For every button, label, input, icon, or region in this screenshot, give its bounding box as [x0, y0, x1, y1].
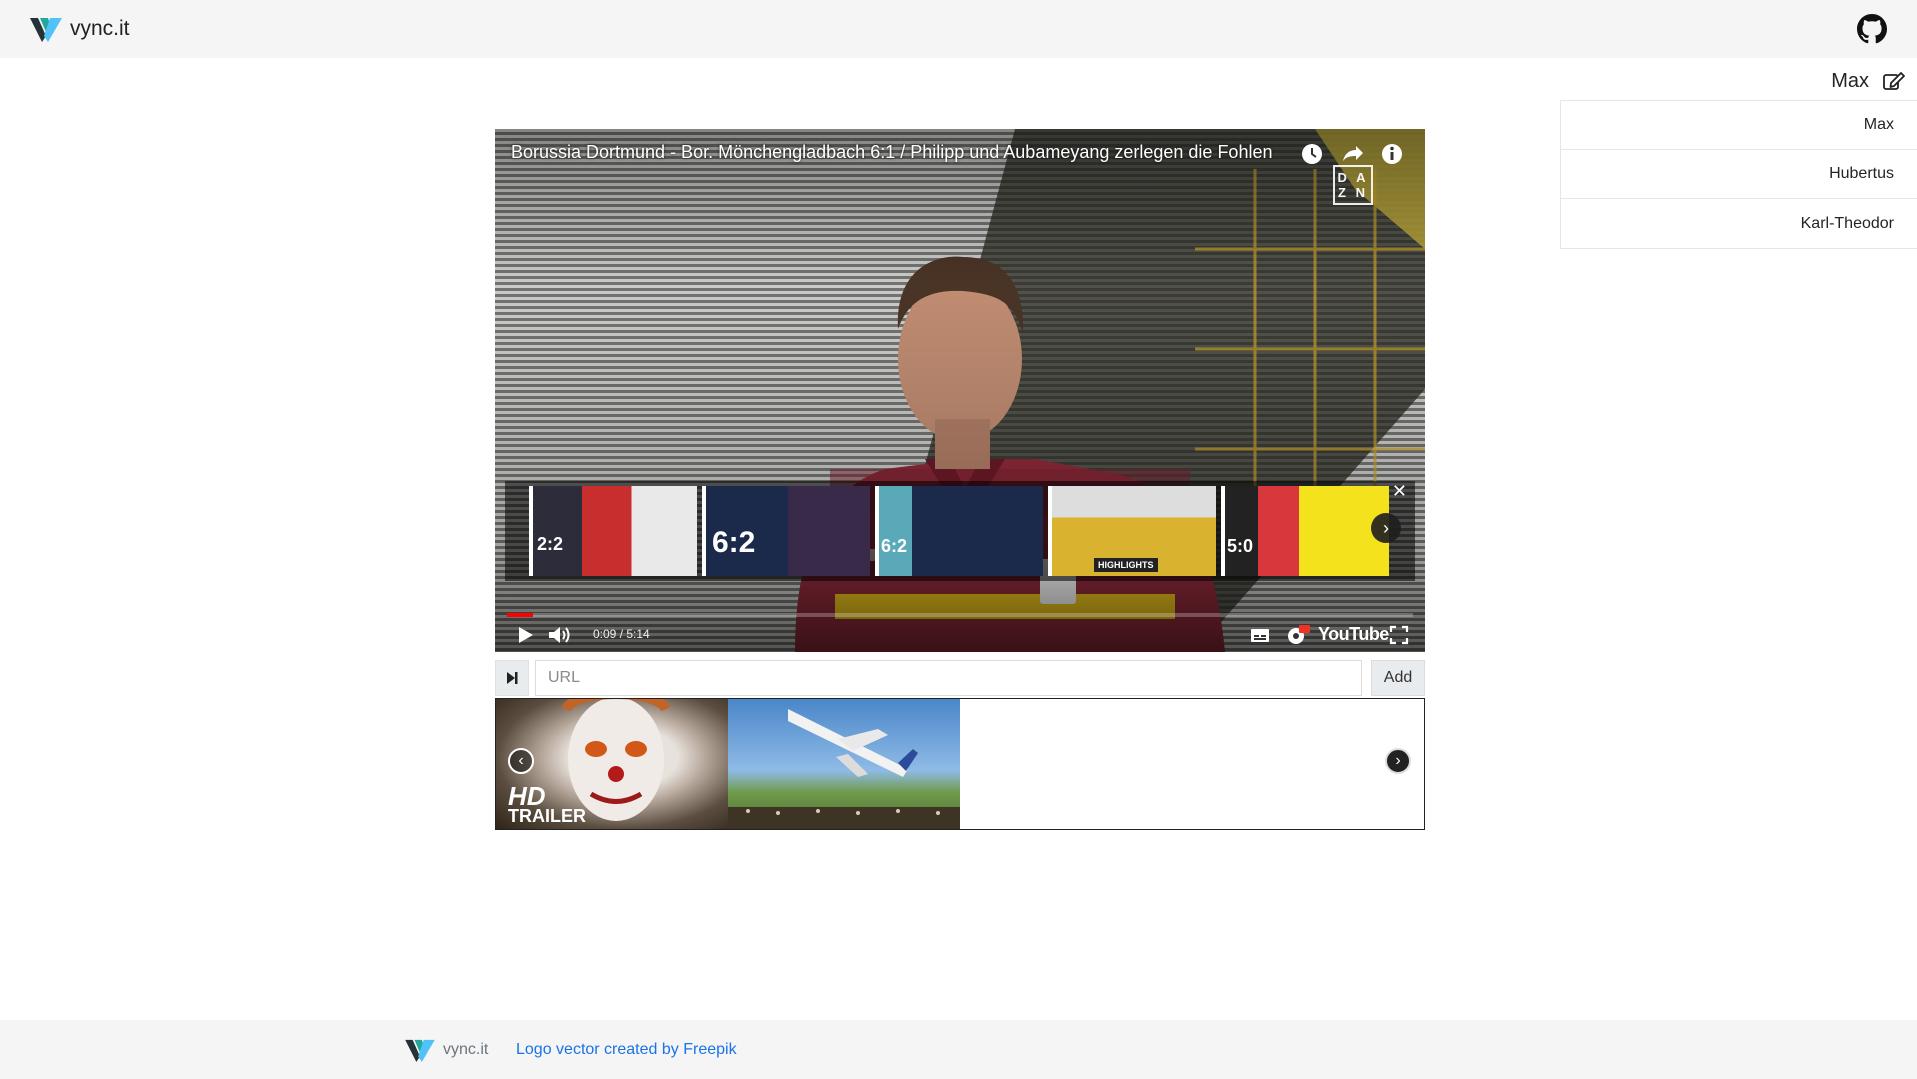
- volume-icon[interactable]: [547, 623, 575, 647]
- suggested-video-card[interactable]: 5:0: [1221, 486, 1389, 576]
- playlist-item[interactable]: [728, 699, 960, 829]
- subtitles-icon[interactable]: [1248, 623, 1272, 647]
- skip-button[interactable]: [495, 660, 529, 696]
- chevron-right-icon[interactable]: ›: [1385, 748, 1411, 774]
- airplane-thumbnail: [728, 709, 960, 829]
- user-list-item: Karl-Theodor: [1800, 214, 1894, 232]
- user-list-item: Max: [1561, 101, 1917, 150]
- info-icon[interactable]: [1379, 141, 1405, 167]
- clock-icon[interactable]: [1299, 141, 1325, 167]
- suggested-video-score: 6:2: [881, 536, 908, 556]
- video-title[interactable]: Borussia Dortmund - Bor. Mönchengladbach…: [511, 142, 1272, 163]
- user-list: Max Hubertus Karl-Theodor: [1560, 100, 1917, 249]
- suggested-video-card[interactable]: 6:2: [702, 486, 870, 576]
- suggested-video-card[interactable]: 2:2: [529, 486, 697, 576]
- playback-time: 0:09 / 5:14: [593, 627, 650, 641]
- video-player[interactable]: Borussia Dortmund - Bor. Mönchengladbach…: [495, 129, 1425, 652]
- player-top-actions: [1299, 141, 1405, 167]
- chevron-right-icon[interactable]: ›: [1371, 513, 1401, 543]
- current-user: Max: [1547, 66, 1917, 96]
- url-input[interactable]: [535, 660, 1362, 696]
- github-icon[interactable]: [1857, 14, 1887, 44]
- share-icon[interactable]: [1339, 141, 1365, 167]
- skip-next-icon: [507, 672, 518, 684]
- vync-logo-icon: [30, 18, 62, 42]
- add-video-form: Add: [495, 659, 1425, 697]
- player-controls: 0:09 / 5:14 YouTube: [495, 619, 1425, 652]
- edit-icon[interactable]: [1883, 71, 1905, 91]
- suggested-video-score: 6:2: [712, 526, 756, 559]
- thumbnail-caption: TRAILER: [508, 806, 586, 826]
- chevron-left-icon[interactable]: ‹: [508, 748, 534, 774]
- youtube-logo[interactable]: YouTube: [1318, 624, 1389, 645]
- progress-fill: [507, 613, 534, 617]
- suggested-video-score: 2:2: [537, 534, 564, 554]
- brand-link[interactable]: vync.it: [30, 16, 130, 42]
- close-icon[interactable]: ✕: [1392, 481, 1407, 502]
- playlist: ‹ HD TRAILER ›: [495, 698, 1425, 830]
- end-screen-suggestions: 2:2 6:2 6:2 HIGHLIGHTS 5:0 ✕ ›: [505, 481, 1415, 581]
- dazn-badge: D AZ N: [1333, 165, 1373, 205]
- suggested-video-card[interactable]: 6:2: [875, 486, 1043, 576]
- user-list-item: Hubertus: [1561, 150, 1917, 199]
- footer-brand[interactable]: vync.it: [405, 1038, 488, 1062]
- add-button[interactable]: Add: [1371, 660, 1425, 696]
- current-user-name: Max: [1831, 69, 1869, 92]
- vync-logo-icon: [405, 1039, 435, 1062]
- play-icon[interactable]: [515, 623, 535, 647]
- brand-name: vync.it: [70, 17, 130, 40]
- suggested-video-score: HIGHLIGHTS: [1094, 558, 1158, 572]
- freepik-credit-link[interactable]: Logo vector created by Freepik: [516, 1041, 737, 1059]
- footer-brand-name: vync.it: [443, 1041, 489, 1058]
- playlist-item[interactable]: ‹ HD TRAILER: [496, 699, 728, 829]
- top-navbar: vync.it: [0, 0, 1917, 58]
- suggested-video-card[interactable]: HIGHLIGHTS: [1048, 486, 1216, 576]
- suggested-video-score: 5:0: [1227, 536, 1254, 556]
- settings-icon[interactable]: [1284, 623, 1310, 647]
- footer: vync.it Logo vector created by Freepik: [0, 1020, 1917, 1079]
- progress-bar[interactable]: [507, 613, 1413, 617]
- fullscreen-icon[interactable]: [1388, 623, 1410, 647]
